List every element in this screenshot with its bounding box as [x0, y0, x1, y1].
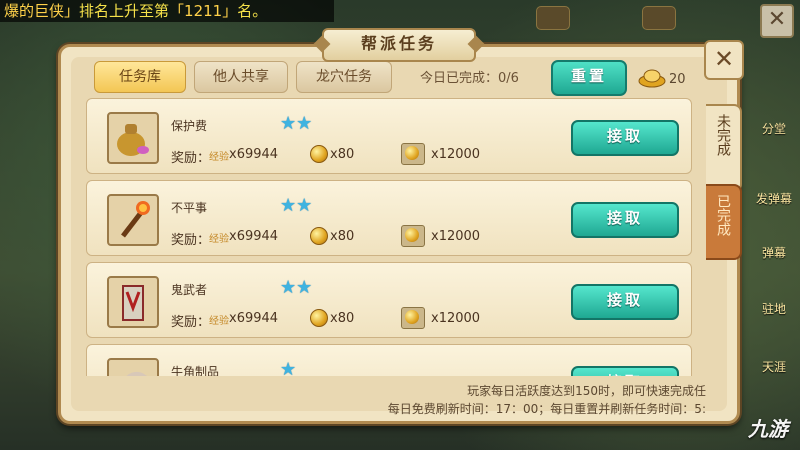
gold-ingot-icon	[638, 69, 666, 88]
task-row: 不平事 ★★ 奖励： 经验 x69944 x80 x12000 接取	[86, 180, 692, 256]
cash-value: x12000	[431, 229, 481, 244]
difficulty-stars: ★	[280, 359, 296, 376]
star-icon: ★	[280, 359, 297, 376]
difficulty-stars: ★★	[280, 277, 312, 298]
coin-icon	[310, 227, 328, 245]
top-hud-icon-2[interactable]	[642, 6, 676, 30]
coin-value: x80	[330, 311, 355, 326]
reward-label: 奖励：	[171, 315, 211, 330]
cash-icon	[401, 225, 425, 247]
task-row: 牛角制品 ★ 接取	[86, 344, 692, 376]
marquee-suffix: 名。	[237, 2, 268, 20]
right-hud-item[interactable]: 分堂	[752, 120, 796, 137]
difficulty-stars: ★★	[280, 113, 312, 134]
task-name: 鬼武者	[171, 283, 208, 297]
exp-value: x69944	[229, 311, 279, 326]
right-hud-item[interactable]: 天涯	[752, 358, 796, 375]
side-tab-label: 已完成	[715, 194, 731, 236]
exp-value: x69944	[229, 229, 279, 244]
accept-button[interactable]: 接取	[571, 202, 679, 238]
difficulty-stars: ★★	[280, 195, 312, 216]
star-icon: ★	[296, 113, 313, 134]
right-hud-item[interactable]: 发弹幕	[752, 190, 796, 207]
cash-icon	[401, 143, 425, 165]
gold-count: 20	[669, 72, 686, 87]
top-hud-icon[interactable]	[536, 6, 570, 30]
accept-button[interactable]: 接取	[571, 284, 679, 320]
star-icon: ★	[280, 277, 297, 298]
marquee-prefix: 爆的巨侠」	[4, 2, 80, 20]
right-hud-item[interactable]: 驻地	[752, 300, 796, 317]
marquee-text: 排名上升至第	[79, 2, 170, 20]
exp-value: x69944	[229, 147, 279, 162]
exp-tag: 经验	[209, 152, 229, 163]
task-name: 不平事	[171, 201, 208, 215]
star-icon: ★	[296, 277, 313, 298]
reset-button[interactable]: 重置	[551, 60, 627, 96]
warrior-banner-icon	[107, 276, 159, 328]
side-tab-completed[interactable]: 已完成	[706, 184, 742, 260]
hud-close-icon[interactable]: ✕	[760, 4, 794, 38]
coin-value: x80	[330, 147, 355, 162]
task-name: 保护费	[171, 119, 208, 133]
marquee-rank: 「1211」	[169, 2, 238, 20]
coin-icon	[310, 309, 328, 327]
footer-hint-line2: 每日免费刷新时间：17：00；每日重置并刷新任务时间：5:	[387, 402, 706, 416]
star-icon: ★	[280, 113, 297, 134]
panel-title: 帮派任务	[322, 28, 476, 62]
horn-icon	[107, 358, 159, 376]
task-row: 鬼武者 ★★ 奖励： 经验 x69944 x80 x12000 接取	[86, 262, 692, 338]
star-icon: ★	[296, 195, 313, 216]
cash-value: x12000	[431, 147, 481, 162]
side-tab-label: 未完成	[715, 114, 731, 156]
exp-tag: 经验	[209, 234, 229, 245]
cash-value: x12000	[431, 311, 481, 326]
right-hud-item[interactable]: 弹幕	[752, 244, 796, 261]
tab-task-library[interactable]: 任务库	[94, 61, 186, 93]
footer-hint-line1: 玩家每日活跃度达到150时，即可快速完成任	[467, 384, 706, 398]
exp-tag: 经验	[209, 316, 229, 327]
coin-icon	[310, 145, 328, 163]
money-bag-icon	[107, 112, 159, 164]
close-icon[interactable]: ✕	[704, 40, 744, 80]
task-name: 牛角制品	[171, 365, 220, 376]
accept-button[interactable]: 接取	[571, 366, 679, 376]
reward-label: 奖励：	[171, 151, 211, 166]
star-icon: ★	[280, 195, 297, 216]
announcement-marquee: 爆的巨侠」排名上升至第「1211」名。	[0, 0, 334, 22]
torch-icon	[107, 194, 159, 246]
tab-dragon-lair[interactable]: 龙穴任务	[296, 61, 392, 93]
task-list[interactable]: 保护费 ★★ 奖励： 经验 x69944 x80 x12000 接取 不平事 ★…	[86, 98, 692, 376]
reward-label: 奖励：	[171, 233, 211, 248]
coin-value: x80	[330, 229, 355, 244]
tab-shared[interactable]: 他人共享	[194, 61, 288, 93]
accept-button[interactable]: 接取	[571, 120, 679, 156]
cash-icon	[401, 307, 425, 329]
today-completed: 今日已完成：0/6	[420, 71, 519, 86]
side-tab-incomplete[interactable]: 未完成	[706, 104, 742, 192]
task-row: 保护费 ★★ 奖励： 经验 x69944 x80 x12000 接取	[86, 98, 692, 174]
watermark-logo: 九游	[748, 417, 788, 441]
